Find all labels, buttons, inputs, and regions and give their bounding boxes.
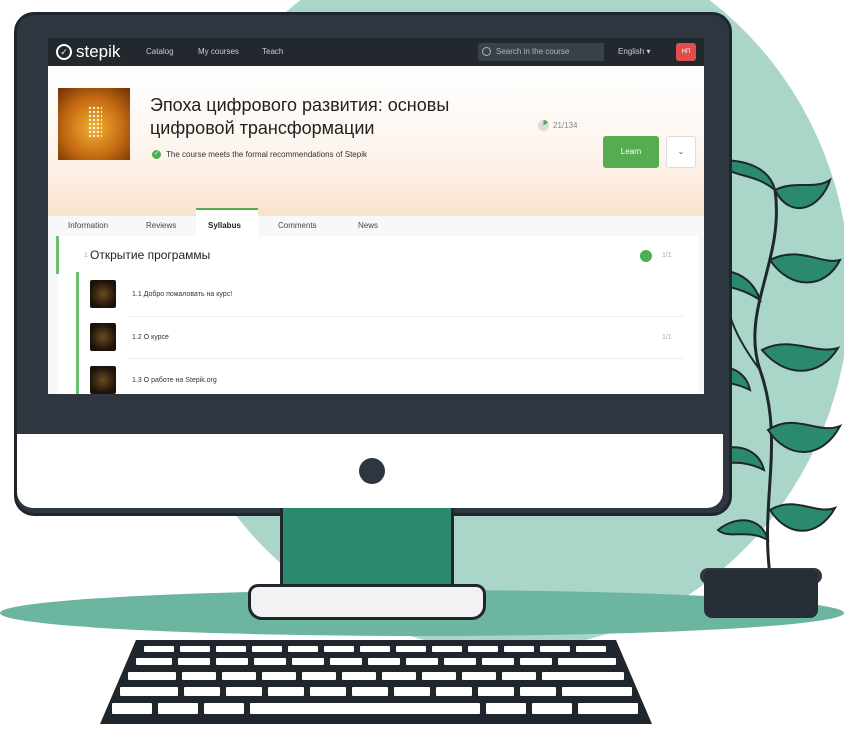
lesson-divider <box>128 358 684 359</box>
course-progress: 21/134 <box>538 120 577 131</box>
cover-pattern <box>88 106 102 138</box>
course-title: Эпоха цифрового развития: основы цифрово… <box>150 95 450 138</box>
tab-news[interactable]: News <box>358 221 378 230</box>
app-screen: ✓ stepik Catalog My courses Teach Search… <box>48 38 704 394</box>
lesson-count: 1/1 <box>662 334 672 341</box>
keyboard-illustration <box>100 640 652 724</box>
lesson-link[interactable]: 1.2 О курсе <box>132 334 169 341</box>
badge-text: The course meets the formal recommendati… <box>166 150 367 159</box>
nav-link-catalog[interactable]: Catalog <box>146 47 174 56</box>
course-menu-button[interactable]: ⌄ <box>666 136 696 168</box>
language-select[interactable]: English ▾ <box>618 47 651 56</box>
progress-ring-icon <box>538 120 549 131</box>
monitor-base <box>248 584 486 620</box>
section-count: 1/1 <box>662 252 672 259</box>
recommendation-badge: ✓ The course meets the formal recommenda… <box>152 150 367 159</box>
logo-text: stepik <box>76 42 121 61</box>
nav-link-teach[interactable]: Teach <box>262 47 283 56</box>
logo[interactable]: ✓ stepik <box>56 42 120 62</box>
avatar[interactable]: НП <box>676 43 696 61</box>
nav-link-my-courses[interactable]: My courses <box>198 47 239 56</box>
lesson-thumbnail <box>90 323 116 351</box>
plant-pot <box>704 570 818 618</box>
tab-reviews[interactable]: Reviews <box>146 221 176 230</box>
monitor-stand <box>280 508 454 588</box>
section-complete-icon <box>640 250 652 262</box>
lesson-thumbnail <box>90 280 116 308</box>
tab-comments[interactable]: Comments <box>278 221 317 230</box>
language-label: English <box>618 47 645 56</box>
search-input[interactable]: Search in the course <box>478 43 604 61</box>
lesson-divider <box>128 316 684 317</box>
stepik-logo-icon: ✓ <box>56 44 72 60</box>
progress-text: 21/134 <box>553 121 578 130</box>
course-header: Эпоха цифрового развития: основы цифрово… <box>48 66 704 246</box>
tab-syllabus[interactable]: Syllabus <box>208 221 241 230</box>
check-circle-icon: ✓ <box>152 150 161 159</box>
section-number: 1 <box>84 252 88 259</box>
section-title[interactable]: Открытие программы <box>90 248 210 262</box>
lesson-link[interactable]: 1.1 Добро пожаловать на курс! <box>132 291 232 298</box>
search-placeholder: Search in the course <box>496 47 570 56</box>
course-cover-image <box>58 88 130 160</box>
section-accent-bar <box>56 236 59 274</box>
chevron-down-icon: ⌄ <box>677 147 685 156</box>
navbar: ✓ stepik Catalog My courses Teach Search… <box>48 38 704 66</box>
search-icon <box>482 47 491 56</box>
tab-information[interactable]: Information <box>68 221 108 230</box>
lesson-accent-bar <box>76 272 79 394</box>
learn-button[interactable]: Learn <box>603 136 659 168</box>
lesson-link[interactable]: 1.3 О работе на Stepik.org <box>132 377 217 384</box>
lesson-thumbnail <box>90 366 116 394</box>
monitor-button <box>359 458 385 484</box>
